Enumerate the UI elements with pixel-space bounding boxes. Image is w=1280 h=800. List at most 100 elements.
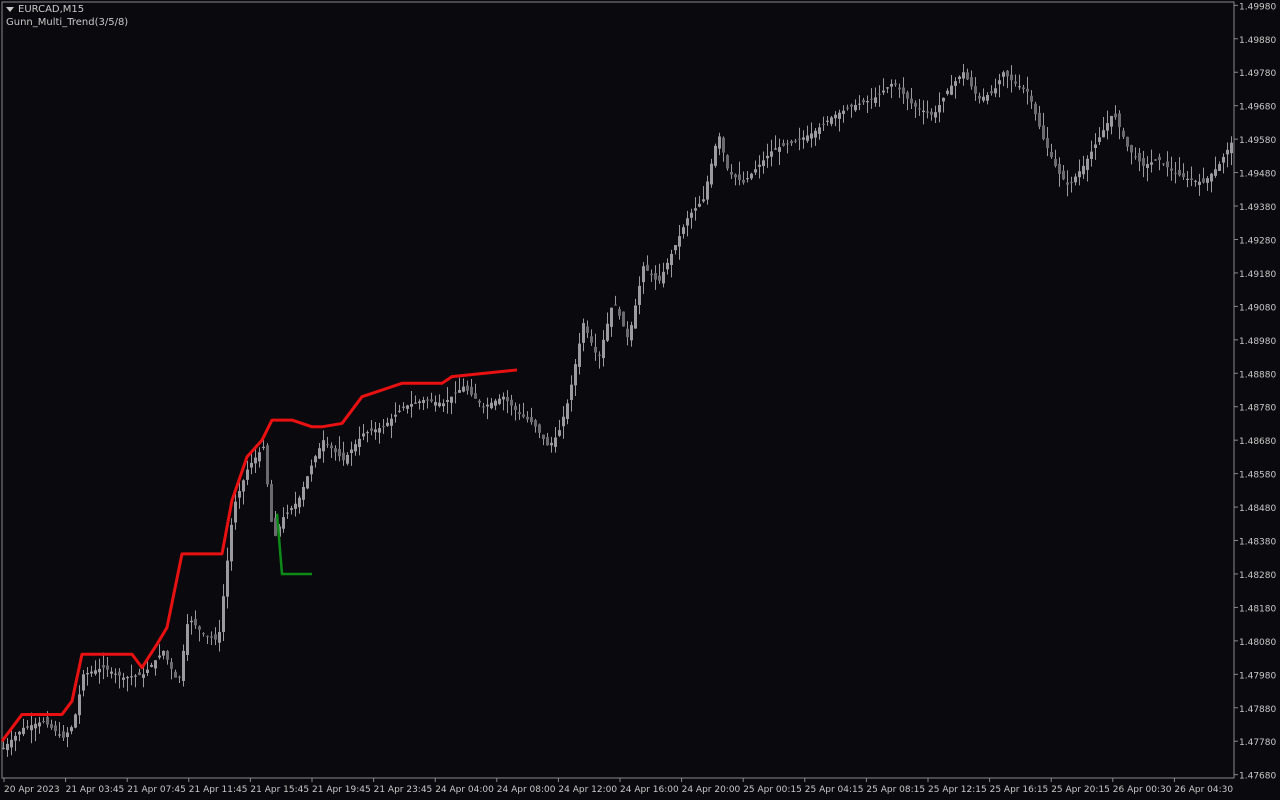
candle-body xyxy=(486,404,489,407)
candle-body xyxy=(126,676,129,679)
candle-body xyxy=(1126,136,1129,147)
candle-body xyxy=(954,81,957,86)
y-tick-label: 1.48780 xyxy=(1239,404,1276,414)
candle-body xyxy=(918,108,921,110)
candle-body xyxy=(594,346,597,353)
candle-body xyxy=(718,136,721,149)
candle-body xyxy=(1134,156,1137,158)
candle-body xyxy=(246,469,249,480)
candle-body xyxy=(194,618,197,626)
x-tick-label: 25 Apr 04:15 xyxy=(805,785,864,795)
candle-body xyxy=(910,98,913,104)
x-tick-label: 20 Apr 2023 xyxy=(4,785,60,795)
candle-body xyxy=(502,396,505,400)
candle-body xyxy=(150,664,153,667)
candle-body xyxy=(74,714,77,728)
candle-body xyxy=(770,151,773,157)
candle-body xyxy=(998,80,1001,85)
candle-body xyxy=(70,727,73,732)
candle-body xyxy=(130,676,133,678)
x-tick-label: 25 Apr 20:15 xyxy=(1051,785,1110,795)
candle-body xyxy=(886,87,889,89)
symbol-title[interactable]: EURCAD,M15 xyxy=(6,4,84,15)
candle-body xyxy=(78,694,81,716)
candle-body xyxy=(1142,158,1145,166)
candle-body xyxy=(1190,178,1193,180)
candle-body xyxy=(938,105,941,113)
candle-body xyxy=(754,169,757,173)
candle-body xyxy=(382,426,385,428)
candle-body xyxy=(698,203,701,207)
collapse-triangle-icon[interactable] xyxy=(6,7,14,12)
candle-body xyxy=(306,476,309,489)
candle-body xyxy=(122,677,125,680)
candle-body xyxy=(1114,113,1117,118)
candle-body xyxy=(326,444,329,446)
candle-body xyxy=(450,396,453,403)
candle-body xyxy=(842,110,845,114)
candle-body xyxy=(114,673,117,675)
candle-body xyxy=(438,402,441,407)
candle-body xyxy=(474,393,477,399)
candle-body xyxy=(478,400,481,403)
candle-body xyxy=(1182,173,1185,178)
candle-body xyxy=(1022,87,1025,89)
chart-canvas[interactable]: 1.49980 1.49880 1.49780 1.49680 1.49580 1.494… xyxy=(0,0,1280,800)
candle-body xyxy=(146,669,149,673)
y-tick-label: 1.48280 xyxy=(1239,571,1276,581)
y-tick-label: 1.49680 xyxy=(1239,103,1276,113)
candle-body xyxy=(338,448,341,457)
candle-body xyxy=(610,307,613,327)
x-tick-label: 21 Apr 11:45 xyxy=(189,785,248,795)
candle-body xyxy=(1110,115,1113,127)
candle-body xyxy=(694,208,697,211)
candle-body xyxy=(742,179,745,183)
candle-body xyxy=(906,92,909,99)
candle-body xyxy=(106,665,109,670)
x-tick-label: 25 Apr 08:15 xyxy=(866,785,925,795)
candle-body xyxy=(1030,95,1033,102)
candle-body xyxy=(986,94,989,101)
candle-body xyxy=(1010,74,1013,81)
candle-body xyxy=(786,143,789,145)
candle-body xyxy=(1222,156,1225,163)
candle-body xyxy=(158,655,161,658)
candle-body xyxy=(958,76,961,80)
candle-body xyxy=(198,626,201,630)
candle-body xyxy=(346,454,349,464)
x-tick-label: 24 Apr 16:00 xyxy=(620,785,679,795)
candle-body xyxy=(442,403,445,407)
candle-body xyxy=(90,671,93,674)
candle-body xyxy=(286,512,289,514)
candle-body xyxy=(1074,176,1077,183)
candle-body xyxy=(1050,152,1053,157)
y-tick-label: 1.47680 xyxy=(1239,772,1276,782)
candle-body xyxy=(1086,158,1089,170)
candle-body xyxy=(1218,164,1221,171)
candle-body xyxy=(1066,182,1069,185)
candle-body xyxy=(454,392,457,394)
candle-body xyxy=(534,420,537,427)
x-tick-label: 24 Apr 04:00 xyxy=(435,785,494,795)
candle-body xyxy=(318,448,321,459)
candle-body xyxy=(330,445,333,449)
y-tick-label: 1.47780 xyxy=(1239,738,1276,748)
candle-body xyxy=(846,107,849,109)
candle-body xyxy=(10,739,13,748)
candle-body xyxy=(1090,151,1093,159)
candle-body xyxy=(926,111,929,113)
candle-body xyxy=(490,402,493,409)
symbol-label: EURCAD,M15 xyxy=(18,4,85,15)
candle-body xyxy=(458,390,461,393)
candle-body xyxy=(618,309,621,316)
y-tick-label: 1.49980 xyxy=(1239,2,1276,12)
y-tick-label: 1.48980 xyxy=(1239,337,1276,347)
candle-body xyxy=(1166,161,1169,168)
candle-body xyxy=(866,101,869,103)
y-tick-label: 1.49180 xyxy=(1239,270,1276,280)
candle-body xyxy=(118,671,121,676)
candle-body xyxy=(858,103,861,105)
candle-body xyxy=(1130,145,1133,153)
candle-body xyxy=(650,273,653,276)
candle-body xyxy=(42,721,45,723)
